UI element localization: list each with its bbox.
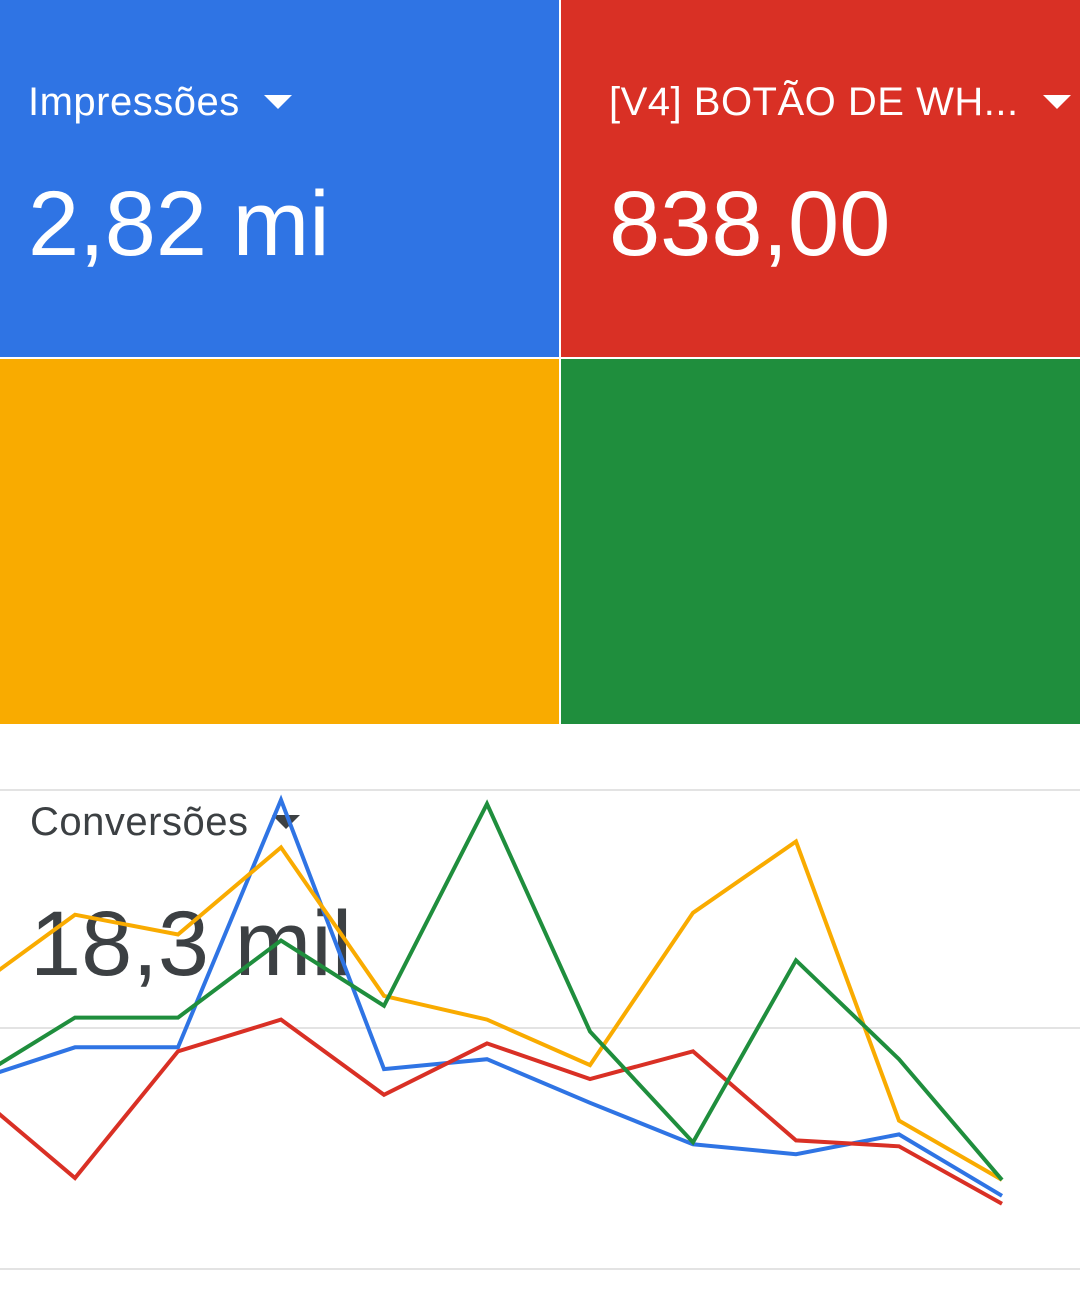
metric-card-conversion-action[interactable]: [V4] BOTÃO DE WH... 838,00 bbox=[561, 0, 1080, 357]
performance-overview: Impressões 2,82 mi [V4] BOTÃO DE WH... 8… bbox=[0, 0, 1080, 1304]
metric-card-impressions[interactable]: Impressões 2,82 mi bbox=[0, 0, 559, 357]
metric-label: Impressões bbox=[28, 80, 240, 124]
metric-value: 838,00 bbox=[609, 173, 891, 275]
dropdown-arrow-icon[interactable] bbox=[1042, 95, 1071, 109]
chart-series bbox=[0, 794, 1004, 1206]
dropdown-arrow-icon[interactable] bbox=[263, 95, 292, 109]
chart-grid bbox=[0, 789, 1080, 1270]
metric-label: [V4] BOTÃO DE WH... bbox=[609, 80, 1019, 124]
metric-cards: Impressões 2,82 mi [V4] BOTÃO DE WH... 8… bbox=[0, 0, 1080, 990]
metric-selector-impressions[interactable]: Impressões bbox=[28, 82, 292, 122]
metric-card-cost[interactable]: Custo R$ 16,8 mil bbox=[561, 359, 1080, 973]
metric-selector-conversion-action[interactable]: [V4] BOTÃO DE WH... bbox=[609, 82, 1071, 122]
metric-value: 2,82 mi bbox=[28, 173, 330, 275]
trend-chart bbox=[0, 789, 1080, 1270]
metric-card-conversions[interactable]: Conversões 18,3 mil bbox=[0, 359, 559, 990]
series-line-2[interactable] bbox=[0, 838, 1003, 1182]
trend-chart-area bbox=[0, 724, 1080, 1304]
